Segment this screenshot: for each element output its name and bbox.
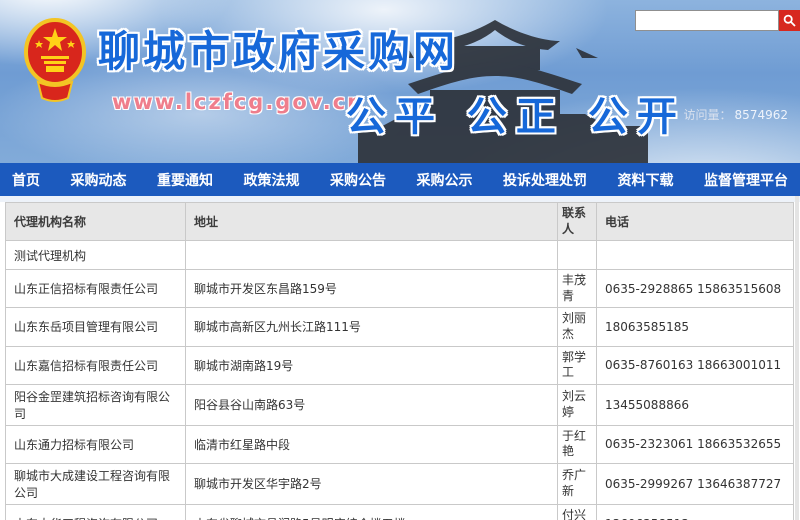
nav-bar: 首页 采购动态 重要通知 政策法规 采购公告 采购公示 投诉处理处罚 资料下载 …	[0, 163, 800, 196]
phone-cell: 0635-2928865 15863515608	[597, 270, 794, 308]
agency-name-cell: 聊城市大成建设工程咨询有限公司	[6, 463, 186, 504]
agency-name-cell: 山东大华工程咨询有限公司	[6, 504, 186, 520]
address-cell: 聊城市湖南路19号	[186, 346, 558, 384]
address-cell: 临清市红星路中段	[186, 425, 558, 463]
nav-item[interactable]: 资料下载	[618, 170, 674, 190]
address-cell: 聊城市高新区九州长江路111号	[186, 308, 558, 346]
visit-counter-value: 8574962	[735, 108, 788, 122]
phone-cell	[597, 241, 794, 270]
nav-item[interactable]: 重要通知	[157, 170, 213, 190]
slogan: 公平 公正 公开	[346, 84, 686, 142]
nav-item[interactable]: 采购公示	[417, 170, 473, 190]
agency-table-body: 测试代理机构 山东正信招标有限责任公司 聊城市开发区东昌路159号 丰茂青 06…	[6, 241, 794, 520]
search-area	[635, 10, 800, 31]
site-url: www.lczfcg.gov.cn	[112, 90, 364, 114]
address-cell: 聊城市开发区华宇路2号	[186, 463, 558, 504]
table-row: 阳谷金罡建筑招标咨询有限公司 阳谷县谷山南路63号 刘云婷 1345508886…	[6, 384, 794, 425]
phone-cell: 18063585185	[597, 308, 794, 346]
nav-item[interactable]: 采购公告	[330, 170, 386, 190]
phone-cell: 0635-2323061 18663532655	[597, 425, 794, 463]
table-row: 山东东岳项目管理有限公司 聊城市高新区九州长江路111号 刘丽杰 1806358…	[6, 308, 794, 346]
table-row: 聊城市大成建设工程咨询有限公司 聊城市开发区华宇路2号 乔广新 0635-299…	[6, 463, 794, 504]
nav-item[interactable]: 监督管理平台	[704, 170, 788, 190]
nav-item[interactable]: 投诉处理处罚	[503, 170, 587, 190]
table-row: 山东嘉信招标有限责任公司 聊城市湖南路19号 郭学工 0635-8760163 …	[6, 346, 794, 384]
site-title: 聊城市政府采购网	[98, 18, 458, 79]
agency-name-cell: 测试代理机构	[6, 241, 186, 270]
phone-cell: 0635-2999267 13646387727	[597, 463, 794, 504]
table-row: 测试代理机构	[6, 241, 794, 270]
phone-cell: 13455088866	[597, 384, 794, 425]
search-icon	[783, 14, 796, 27]
address-cell	[186, 241, 558, 270]
column-header-contact: 联系人	[558, 203, 597, 241]
phone-cell: 13606358513	[597, 504, 794, 520]
column-header-phone: 电话	[597, 203, 794, 241]
nav-item[interactable]: 采购动态	[71, 170, 127, 190]
contact-cell	[558, 241, 597, 270]
table-header-row: 代理机构名称 地址 联系人 电话	[6, 203, 794, 241]
contact-cell: 郭学工	[558, 346, 597, 384]
table-row: 山东通力招标有限公司 临清市红星路中段 于红艳 0635-2323061 186…	[6, 425, 794, 463]
agency-name-cell: 山东嘉信招标有限责任公司	[6, 346, 186, 384]
scrollbar[interactable]	[795, 196, 799, 520]
contact-cell: 刘云婷	[558, 384, 597, 425]
nav-item[interactable]: 政策法规	[244, 170, 300, 190]
search-input[interactable]	[635, 10, 779, 31]
column-header-agency-name: 代理机构名称	[6, 203, 186, 241]
visit-counter: 访问量：8574962	[684, 106, 788, 123]
site-header: 聊城市政府采购网 www.lczfcg.gov.cn 公平 公正 公开 访问量：…	[0, 0, 800, 163]
phone-cell: 0635-8760163 18663001011	[597, 346, 794, 384]
agency-name-cell: 山东正信招标有限责任公司	[6, 270, 186, 308]
contact-cell: 丰茂青	[558, 270, 597, 308]
agency-name-cell: 山东通力招标有限公司	[6, 425, 186, 463]
contact-cell: 刘丽杰	[558, 308, 597, 346]
visit-counter-label: 访问量：	[684, 108, 732, 122]
search-button[interactable]	[779, 10, 800, 31]
table-row: 山东大华工程咨询有限公司 山东省聊城市昌润路5号明康综合楼五楼 付兴杰 1360…	[6, 504, 794, 520]
national-emblem-logo	[24, 18, 86, 104]
contact-cell: 乔广新	[558, 463, 597, 504]
column-header-address: 地址	[186, 203, 558, 241]
contact-cell: 于红艳	[558, 425, 597, 463]
address-cell: 聊城市开发区东昌路159号	[186, 270, 558, 308]
address-cell: 山东省聊城市昌润路5号明康综合楼五楼	[186, 504, 558, 520]
address-cell: 阳谷县谷山南路63号	[186, 384, 558, 425]
agency-name-cell: 山东东岳项目管理有限公司	[6, 308, 186, 346]
page: 聊城市政府采购网 www.lczfcg.gov.cn 公平 公正 公开 访问量：…	[0, 0, 800, 520]
nav-item[interactable]: 首页	[12, 170, 40, 190]
table-row: 山东正信招标有限责任公司 聊城市开发区东昌路159号 丰茂青 0635-2928…	[6, 270, 794, 308]
agency-name-cell: 阳谷金罡建筑招标咨询有限公司	[6, 384, 186, 425]
contact-cell: 付兴杰	[558, 504, 597, 520]
agency-table: 代理机构名称 地址 联系人 电话 测试代理机构 山东正信招标有限责任公司 聊城市…	[5, 202, 794, 520]
